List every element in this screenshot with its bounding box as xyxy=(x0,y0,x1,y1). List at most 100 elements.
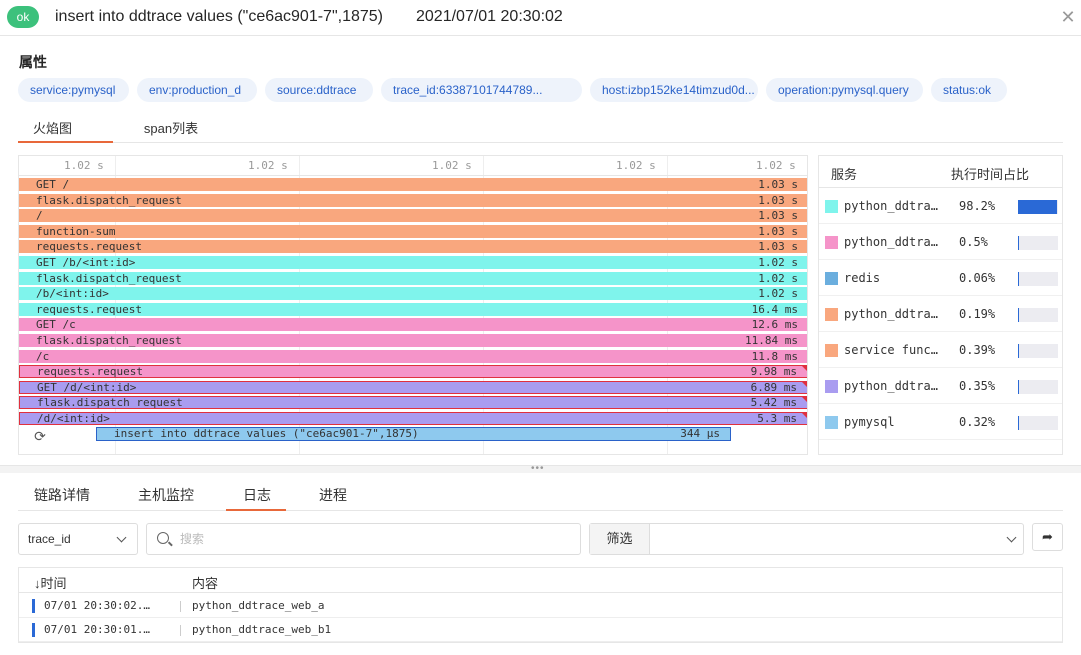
service-row[interactable]: service function 0.39% xyxy=(819,332,1062,368)
table-row[interactable]: 07/01 20:30:01.… python_ddtrace_web_b1 xyxy=(19,618,1062,642)
span-name: requests.request xyxy=(36,302,142,316)
ratio-column-header: 执行时间占比 xyxy=(951,167,1030,182)
span-name: flask.dispatch_request xyxy=(36,334,182,347)
active-tab-indicator xyxy=(18,141,113,143)
tab-process[interactable]: 进程 xyxy=(319,485,347,505)
service-row[interactable]: python_ddtrace_web_d 0.35% xyxy=(819,368,1062,404)
ratio-bar-fill xyxy=(1018,272,1019,286)
flame-span[interactable]: GET /b/<int:id> 1.02 s xyxy=(19,256,807,269)
logs-table: ↓时间 内容 07/01 20:30:02.… python_ddtrace_we… xyxy=(18,567,1063,643)
flame-span[interactable]: GET /c 12.6 ms xyxy=(19,318,807,332)
flame-span[interactable]: function-sum 1.03 s xyxy=(19,224,807,238)
span-name: insert into ddtrace values ("ce6ac901-7"… xyxy=(114,427,419,440)
span-name: /c xyxy=(36,349,50,363)
service-row[interactable]: redis 0.06% xyxy=(819,260,1062,296)
flame-span[interactable]: requests.request 9.98 ms xyxy=(19,365,807,379)
flame-span[interactable]: GET / 1.03 s xyxy=(19,178,807,191)
attribute-tag[interactable]: host:izbp152ke14timzud0d... xyxy=(590,78,758,102)
tab-logs[interactable]: 日志 xyxy=(243,485,271,505)
tab-span-list[interactable]: span列表 xyxy=(137,118,205,137)
span-name: flask.dispatch_request xyxy=(37,396,183,410)
row-status-marker xyxy=(32,623,35,637)
service-name: redis xyxy=(844,271,881,285)
attribute-tag[interactable]: status:ok xyxy=(931,78,1007,102)
log-content: python_ddtrace_web_b1 xyxy=(192,623,332,636)
flame-span[interactable]: flask.dispatch_request 11.84 ms xyxy=(19,334,807,347)
flame-span[interactable]: requests.request 16.4 ms xyxy=(19,302,807,316)
service-name: python_ddtrace_web_b xyxy=(844,235,944,249)
attribute-tag[interactable]: env:production_d xyxy=(137,78,257,102)
flame-span[interactable]: flask.dispatch_request 1.02 s xyxy=(19,271,807,285)
detail-header: ok insert into ddtrace values ("ce6ac901… xyxy=(0,0,1081,36)
detail-tabs: 链路详情 主机监控 日志 进程 xyxy=(18,480,1063,511)
service-percent: 98.2% xyxy=(959,199,996,213)
span-duration: 1.02 s xyxy=(758,271,798,285)
search-input[interactable] xyxy=(180,530,570,548)
span-duration: 1.02 s xyxy=(758,256,798,269)
span-name: function-sum xyxy=(36,224,116,238)
refresh-icon[interactable]: ⟳ xyxy=(32,428,48,444)
ratio-bar-fill xyxy=(1018,236,1019,250)
tab-host-monitor[interactable]: 主机监控 xyxy=(138,485,194,505)
filter-box[interactable]: 筛选 xyxy=(589,523,1024,555)
flame-span[interactable]: requests.request 1.03 s xyxy=(19,240,807,254)
span-duration: 5.42 ms xyxy=(750,396,797,410)
attribute-tag[interactable]: service:pymysql xyxy=(18,78,129,102)
log-content: python_ddtrace_web_a xyxy=(192,599,325,612)
service-name: service function xyxy=(844,343,944,357)
chevron-down-icon xyxy=(1006,532,1017,543)
span-duration: 1.03 s xyxy=(758,209,798,223)
span-duration: 1.02 s xyxy=(758,287,798,301)
span-time: 2021/07/01 20:30:02 xyxy=(416,8,563,25)
span-duration: 9.98 ms xyxy=(750,365,797,379)
span-name: GET / xyxy=(36,178,70,191)
service-name: python_ddtrace_web_c xyxy=(844,307,944,321)
service-color-swatch xyxy=(825,380,838,393)
time-column-header[interactable]: ↓时间 xyxy=(34,573,67,592)
attribute-tag[interactable]: source:ddtrace xyxy=(265,78,373,102)
service-row[interactable]: python_ddtrace_web_b 0.5% xyxy=(819,224,1062,260)
drag-handle-icon[interactable]: ••• xyxy=(531,463,545,474)
attribute-tag[interactable]: trace_id:63387101744789... xyxy=(381,78,582,102)
log-time: 07/01 20:30:01.… xyxy=(44,623,150,636)
resize-splitter[interactable]: ••• xyxy=(0,463,1081,474)
flame-span[interactable]: /b/<int:id> 1.02 s xyxy=(19,287,807,301)
service-percent: 0.39% xyxy=(959,343,996,357)
flame-span[interactable]: / 1.03 s xyxy=(19,209,807,223)
service-row[interactable]: python_ddtrace_web_c 0.19% xyxy=(819,296,1062,332)
attribute-tag[interactable]: operation:pymysql.query xyxy=(766,78,923,102)
tab-flame-graph[interactable]: 火焰图 xyxy=(18,118,87,137)
service-color-swatch xyxy=(825,308,838,321)
flame-span[interactable]: /c 11.8 ms xyxy=(19,349,807,363)
span-name: flask.dispatch_request xyxy=(36,271,182,285)
span-duration: 16.4 ms xyxy=(751,302,798,316)
service-row[interactable]: python_ddtrace_web_a 98.2% xyxy=(819,188,1062,224)
service-percent: 0.32% xyxy=(959,415,996,429)
service-row[interactable]: pymysql 0.32% xyxy=(819,404,1062,440)
span-name: GET /b/<int:id> xyxy=(36,256,136,269)
selected-span[interactable]: insert into ddtrace values ("ce6ac901-7"… xyxy=(96,427,731,441)
share-icon[interactable]: ➦ xyxy=(1032,523,1063,551)
ruler-tick: 1.02 s xyxy=(432,159,472,172)
active-tab-indicator xyxy=(226,509,286,511)
ratio-bar-fill xyxy=(1018,308,1019,322)
ruler-tick: 1.02 s xyxy=(616,159,656,172)
flame-span[interactable]: /d/<int:id> 5.3 ms xyxy=(19,412,807,425)
service-name: python_ddtrace_web_d xyxy=(844,379,944,393)
span-duration: 1.03 s xyxy=(758,178,798,191)
span-name: flask.dispatch_request xyxy=(36,193,182,207)
span-name: GET /c xyxy=(36,318,76,332)
flame-span[interactable]: flask.dispatch_request 1.03 s xyxy=(19,193,807,207)
service-panel: 服务 执行时间占比 python_ddtrace_web_a98.2%pytho… xyxy=(818,155,1063,455)
flame-span[interactable]: GET /d/<int:id> 6.89 ms xyxy=(19,380,807,394)
ratio-bar-fill xyxy=(1018,380,1019,394)
table-row[interactable]: 07/01 20:30:02.… python_ddtrace_web_a xyxy=(19,594,1062,618)
close-icon[interactable]: ✕ xyxy=(1057,6,1079,28)
flame-span[interactable]: flask.dispatch_request 5.42 ms xyxy=(19,396,807,410)
span-duration: 11.8 ms xyxy=(751,349,798,363)
span-name: requests.request xyxy=(37,365,143,379)
field-select[interactable]: trace_id xyxy=(18,523,138,555)
ruler-tick: 1.02 s xyxy=(756,159,796,172)
span-name: requests.request xyxy=(36,240,142,254)
tab-trace-detail[interactable]: 链路详情 xyxy=(34,485,90,505)
